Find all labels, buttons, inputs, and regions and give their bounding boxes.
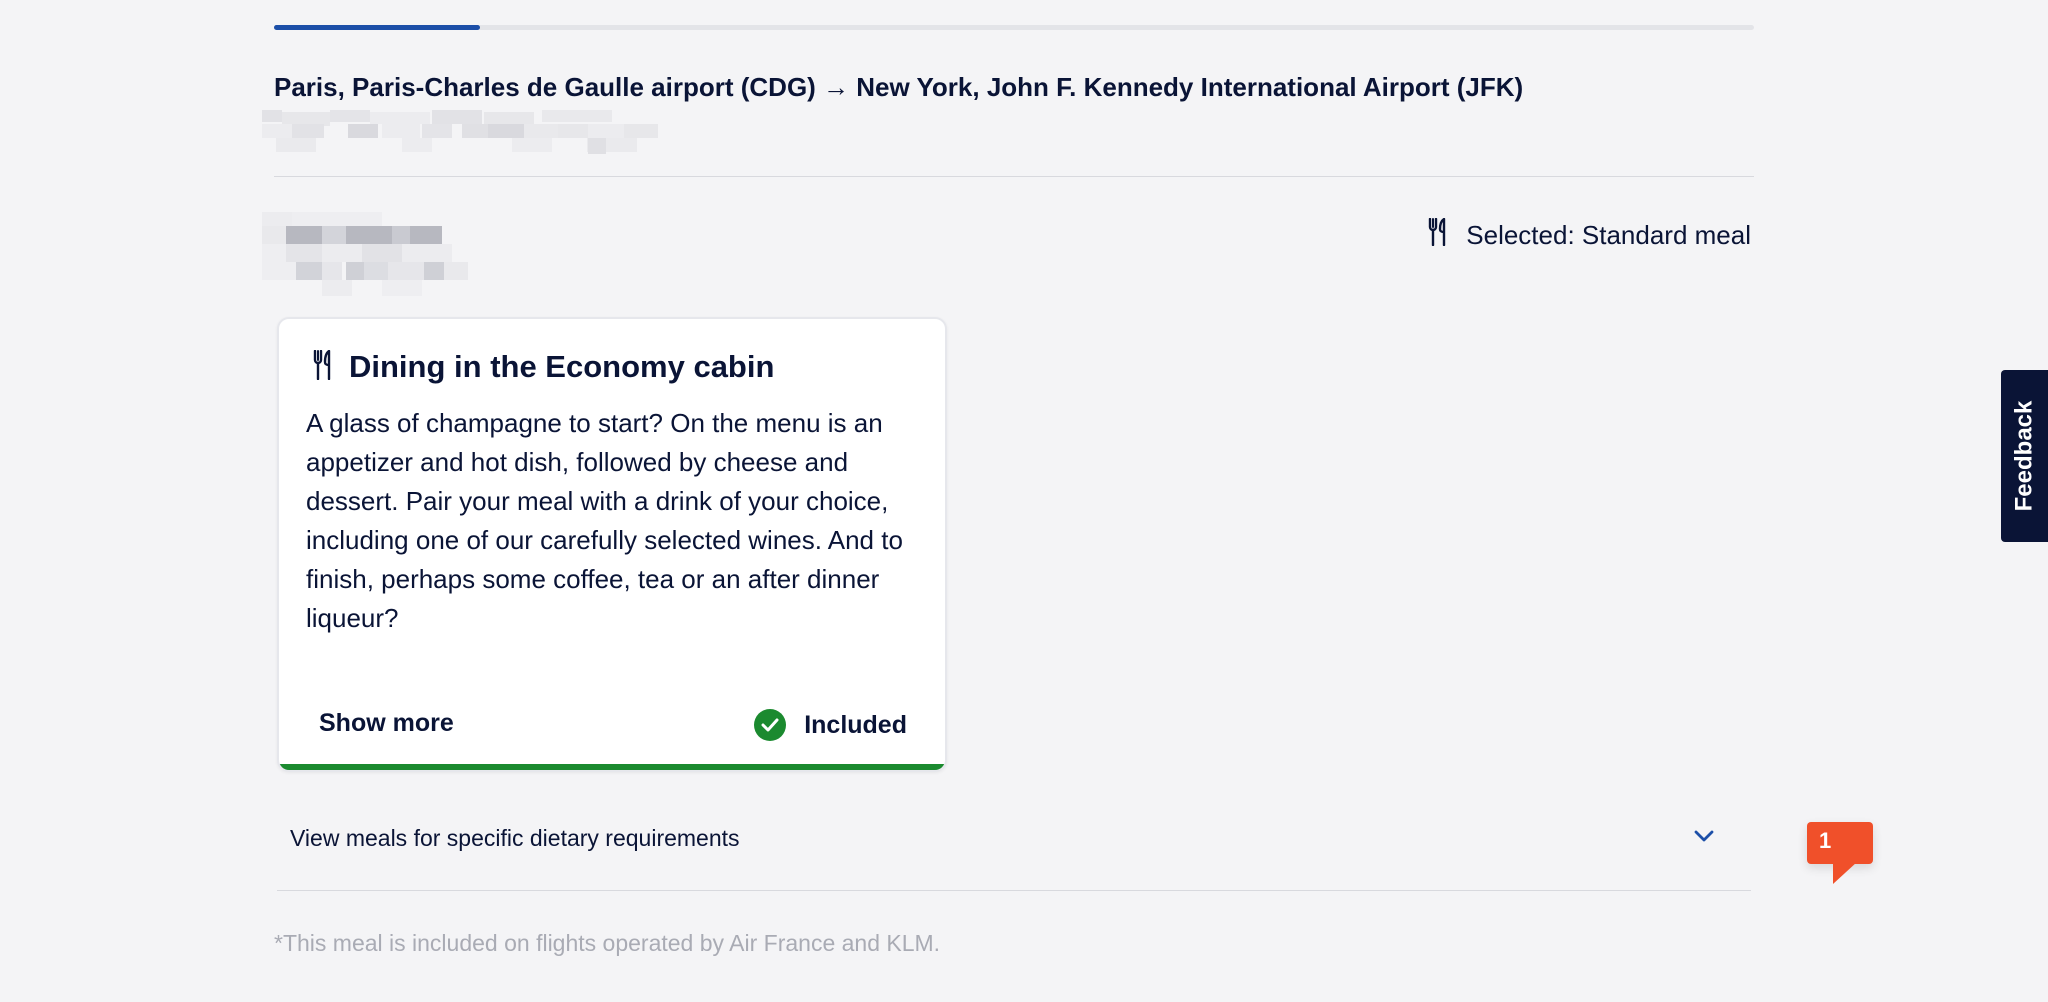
booking-progress-fill (274, 25, 480, 30)
notification-bubble[interactable]: 1 (1807, 822, 1873, 884)
card-title: Dining in the Economy cabin (349, 349, 775, 384)
section-divider (274, 176, 1754, 177)
cutlery-icon (1428, 217, 1448, 253)
route-title: Paris, Paris-Charles de Gaulle airport (… (274, 72, 1524, 102)
selected-meal-indicator: Selected: Standard meal (1428, 217, 1751, 253)
check-circle-icon (754, 709, 787, 741)
notification-tail (1833, 862, 1857, 884)
notification-count: 1 (1819, 828, 1832, 853)
dietary-requirements-toggle[interactable]: View meals for specific dietary requirem… (290, 818, 1735, 858)
economy-dining-card[interactable]: Dining in the Economy cabin A glass of c… (277, 317, 947, 772)
redacted-flight-details (262, 110, 662, 158)
show-more-button[interactable]: Show more (319, 709, 454, 738)
included-label: Included (804, 710, 907, 739)
feedback-tab[interactable]: Feedback (2001, 370, 2048, 542)
chevron-down-icon[interactable] (1694, 829, 1714, 847)
booking-progress-bar (274, 25, 1754, 30)
card-description: A glass of champagne to start? On the me… (306, 408, 903, 633)
meal-footnote: *This meal is included on flights operat… (274, 930, 941, 956)
card-selected-indicator (279, 764, 945, 770)
meal-selection-page: Paris, Paris-Charles de Gaulle airport (… (0, 0, 2048, 1002)
cutlery-icon (313, 349, 333, 385)
feedback-label: Feedback (2010, 400, 2038, 512)
redacted-passenger-name (262, 212, 472, 304)
selected-meal-label: Selected: Standard meal (1466, 220, 1751, 250)
card-header: Dining in the Economy cabin (313, 349, 774, 385)
dietary-divider (277, 890, 1751, 891)
dietary-requirements-label: View meals for specific dietary requirem… (290, 824, 740, 851)
included-status: Included (754, 709, 907, 741)
